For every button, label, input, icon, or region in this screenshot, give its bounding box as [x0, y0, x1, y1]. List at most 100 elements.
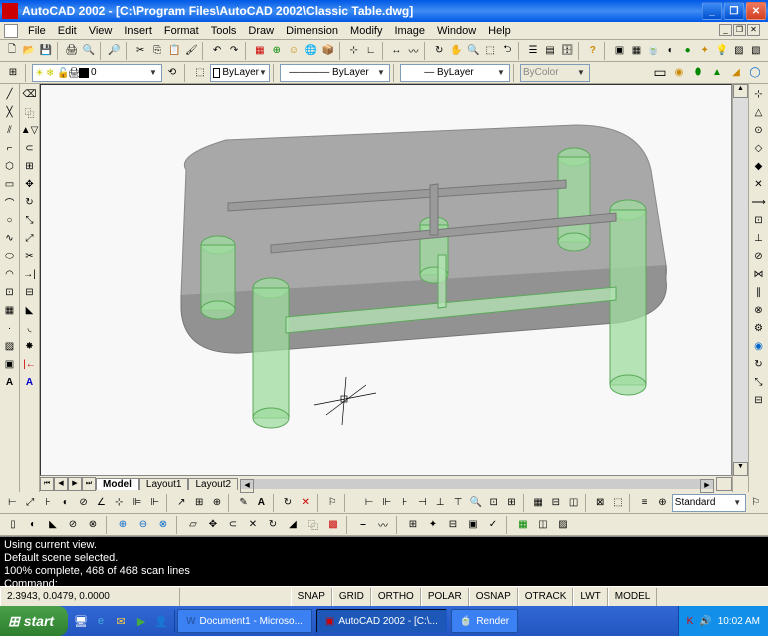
- copy-edge-button[interactable]: ⎯: [354, 516, 372, 534]
- today-button[interactable]: ▦: [252, 42, 268, 60]
- zoom-window-button[interactable]: ⬚: [482, 42, 498, 60]
- dim-quick-button[interactable]: ⊹: [111, 494, 128, 512]
- spacer-btn-12[interactable]: ⬚: [610, 494, 627, 512]
- dim-diameter-button[interactable]: ⊘: [75, 494, 92, 512]
- paste-button[interactable]: 📋: [166, 42, 182, 60]
- erase-button[interactable]: ⌫: [22, 86, 38, 102]
- tab-layout1[interactable]: Layout1: [139, 478, 189, 490]
- dbconnect-button[interactable]: 🗄: [559, 42, 575, 60]
- line-button[interactable]: ╱: [2, 86, 18, 102]
- union-button[interactable]: ⊕: [114, 516, 132, 534]
- fillet-button[interactable]: ◟: [22, 320, 38, 336]
- snap-toggle[interactable]: SNAP: [291, 588, 332, 606]
- zoom-previous-button[interactable]: ⮌: [499, 42, 515, 60]
- leader-button[interactable]: ↗: [173, 494, 190, 512]
- imprint-button[interactable]: ⊞: [404, 516, 422, 534]
- solid-extrude-button[interactable]: ▯: [4, 516, 22, 534]
- pline-button[interactable]: ⌐: [2, 140, 18, 156]
- pan-button[interactable]: ✋: [448, 42, 464, 60]
- spacer-btn-4[interactable]: ⊤: [450, 494, 467, 512]
- solid-box-button[interactable]: ▭: [651, 64, 669, 82]
- move-button[interactable]: ✥: [22, 176, 38, 192]
- zoom-realtime-button[interactable]: 🔍: [465, 42, 481, 60]
- extend-button[interactable]: →|: [22, 266, 38, 282]
- materials-button[interactable]: ▨: [731, 42, 747, 60]
- solid-slice-button[interactable]: ◣: [44, 516, 62, 534]
- offset-button[interactable]: ⊂: [22, 140, 38, 156]
- solid-cone-button[interactable]: ▲: [708, 64, 726, 82]
- cut-button[interactable]: ✂: [132, 42, 148, 60]
- render-button[interactable]: 🍵: [646, 42, 662, 60]
- clean-button[interactable]: ✦: [424, 516, 442, 534]
- dim-aligned-button[interactable]: ⤢: [22, 494, 39, 512]
- osnap-extension-button[interactable]: ⟶: [751, 194, 767, 210]
- dimstyle-button[interactable]: ⚐: [324, 494, 341, 512]
- menu-draw[interactable]: Draw: [242, 24, 280, 38]
- dim-angular-button[interactable]: ∠: [93, 494, 110, 512]
- messenger-button[interactable]: 👤: [152, 610, 170, 632]
- render-scene-button[interactable]: ✦: [697, 42, 713, 60]
- osnap-toggle[interactable]: OSNAP: [469, 588, 518, 606]
- osnap-node-button[interactable]: ◇: [751, 140, 767, 156]
- autodesk-button[interactable]: ⊕: [269, 42, 285, 60]
- menu-help[interactable]: Help: [482, 24, 517, 38]
- match-properties-button[interactable]: 🖌: [183, 42, 199, 60]
- copy-face-button[interactable]: ⿻: [304, 516, 322, 534]
- 3d-adjust-button[interactable]: ⤡: [751, 374, 767, 390]
- spacer-btn-10[interactable]: ◫: [565, 494, 582, 512]
- command-window[interactable]: Using current view. Default scene select…: [0, 536, 768, 586]
- horizontal-scrollbar[interactable]: ◀ ▶: [240, 479, 714, 489]
- osnap-endpoint-button[interactable]: ⊹: [751, 86, 767, 102]
- arc-button[interactable]: ⌒: [2, 194, 18, 210]
- save-button[interactable]: 💾: [38, 42, 54, 60]
- chamfer-button[interactable]: ◣: [22, 302, 38, 318]
- break-button[interactable]: ⊟: [22, 284, 38, 300]
- menu-modify[interactable]: Modify: [344, 24, 388, 38]
- osnap-center-button[interactable]: ⊙: [751, 122, 767, 138]
- color-dropdown[interactable]: ByLayer ▼: [210, 64, 270, 82]
- rotate-face-button[interactable]: ↻: [264, 516, 282, 534]
- ellipse-button[interactable]: ⬭: [2, 248, 18, 264]
- help-button[interactable]: ?: [585, 42, 601, 60]
- tab-nav-last[interactable]: ⏭: [82, 477, 96, 491]
- lights-button[interactable]: 💡: [714, 42, 730, 60]
- meet-now-button[interactable]: ☺: [286, 42, 302, 60]
- properties-button[interactable]: ☰: [525, 42, 541, 60]
- explode-button[interactable]: ✸: [22, 338, 38, 354]
- find-button[interactable]: 🔎: [107, 42, 123, 60]
- taskbar-item-autocad[interactable]: ▣ AutoCAD 2002 - [C:\...: [316, 609, 447, 633]
- osnap-perp-button[interactable]: ⊥: [751, 230, 767, 246]
- circle-button[interactable]: ○: [2, 212, 18, 228]
- menu-edit[interactable]: Edit: [52, 24, 83, 38]
- spacer-btn-13[interactable]: ≡: [636, 494, 653, 512]
- tab-nav-first[interactable]: ⏮: [40, 477, 54, 491]
- start-button[interactable]: ⊞ start: [0, 606, 68, 636]
- tray-antivirus-icon[interactable]: K: [687, 616, 694, 627]
- rotate-button[interactable]: ↻: [22, 194, 38, 210]
- osnap-nearest-button[interactable]: ⋈: [751, 266, 767, 282]
- menu-format[interactable]: Format: [158, 24, 205, 38]
- setup-view-button[interactable]: ◫: [534, 516, 552, 534]
- tab-layout2[interactable]: Layout2: [188, 478, 238, 490]
- shade-button[interactable]: ●: [680, 42, 696, 60]
- solid-wedge-button[interactable]: ◢: [727, 64, 745, 82]
- menu-insert[interactable]: Insert: [118, 24, 158, 38]
- doc-restore-button[interactable]: ❐: [733, 24, 746, 36]
- mline-button[interactable]: ⫽: [2, 122, 18, 138]
- spacer-btn-5[interactable]: 🔍: [467, 494, 484, 512]
- 3dorbit-button[interactable]: ◉: [751, 338, 767, 354]
- osnap-midpoint-button[interactable]: △: [751, 104, 767, 120]
- point-button[interactable]: ·: [2, 320, 18, 336]
- menu-window[interactable]: Window: [431, 24, 482, 38]
- tray-volume-icon[interactable]: 🔊: [699, 616, 711, 627]
- spacer-btn-11[interactable]: ⊠: [592, 494, 609, 512]
- polar-toggle[interactable]: POLAR: [421, 588, 469, 606]
- menu-file[interactable]: File: [22, 24, 52, 38]
- osnap-parallel-button[interactable]: ∥: [751, 284, 767, 300]
- print-button[interactable]: 🖨: [64, 42, 80, 60]
- text-button[interactable]: A: [22, 374, 38, 390]
- tab-nav-prev[interactable]: ◀: [54, 477, 68, 491]
- outlook-button[interactable]: ✉: [112, 610, 130, 632]
- make-block-button[interactable]: ▦: [2, 302, 18, 318]
- separate-button[interactable]: ⊟: [444, 516, 462, 534]
